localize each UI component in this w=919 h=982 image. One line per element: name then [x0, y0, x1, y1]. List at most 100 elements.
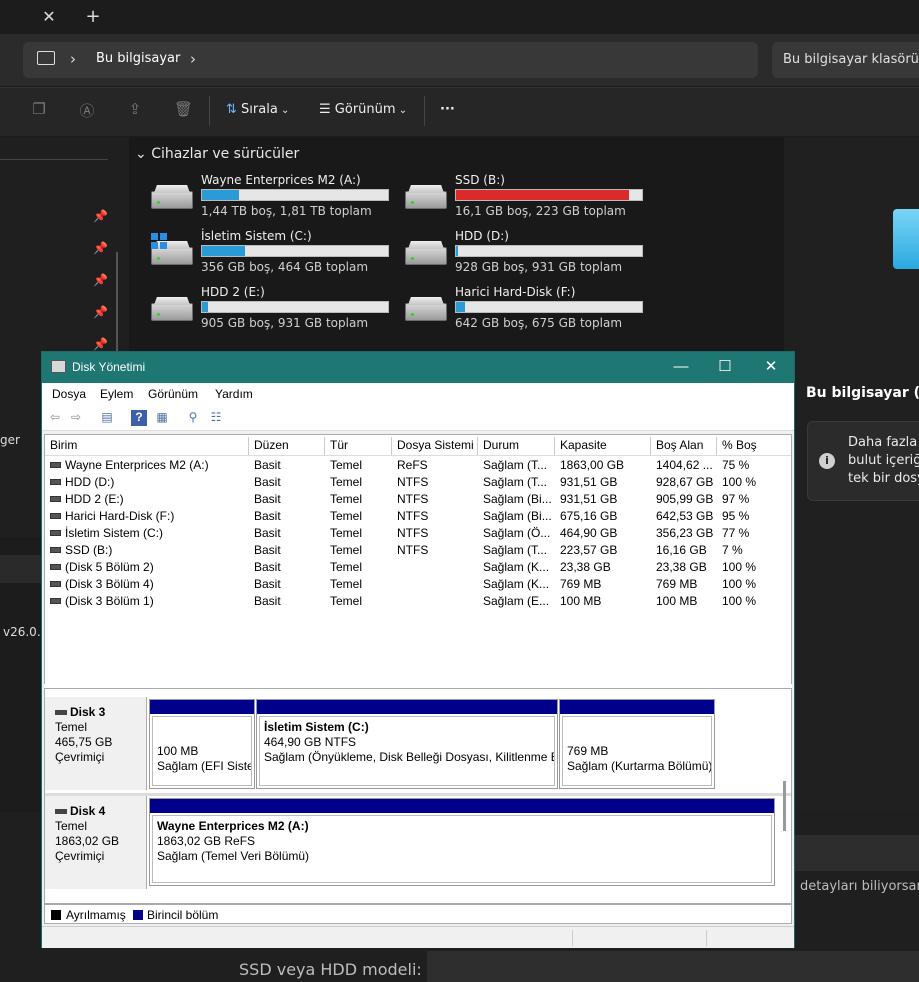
background-form-field[interactable] — [794, 835, 919, 871]
menu-file[interactable]: Dosya — [52, 387, 86, 401]
drive-name: HDD (D:) — [455, 229, 509, 243]
menu-action[interactable]: Eylem — [100, 387, 133, 401]
sort-button[interactable]: ⇅ Sırala ⌄ — [226, 102, 289, 117]
column-header-file-system[interactable]: Dosya Sistemi — [397, 438, 474, 452]
table-row[interactable]: (Disk 3 Bölüm 4) Basit Temel Sağlam (K... 76… — [45, 576, 791, 593]
help-icon[interactable]: ? — [131, 410, 147, 426]
table-cell: 464,90 GB — [560, 526, 618, 540]
menu-view[interactable]: Görünüm — [148, 387, 198, 401]
drive-space-text: 1,44 TB boş, 1,81 TB toplam — [201, 204, 372, 218]
minimize-icon[interactable]: — — [666, 355, 696, 379]
chevron-right-icon[interactable]: › — [190, 50, 196, 68]
disk-label[interactable]: Disk 3 Temel 465,75 GB Çevrimiçi — [45, 697, 147, 790]
pin-icon[interactable]: 📌 — [93, 305, 108, 319]
table-cell: 100 % — [722, 594, 757, 608]
disk-size: 1863,02 GB — [55, 834, 120, 848]
drive-tile[interactable]: HDD 2 (E:) 905 GB boş, 931 GB toplam — [151, 285, 411, 337]
pin-icon[interactable]: 📌 — [93, 241, 108, 255]
share-icon[interactable]: ⇪ — [126, 100, 144, 120]
partition[interactable]: 100 MBSağlam (EFI Sistem Bölümü) — [149, 699, 255, 789]
legend: Ayrılmamış Birincil bölüm — [44, 904, 792, 924]
table-cell: Sağlam (Bi... — [483, 492, 551, 506]
drive-tile[interactable]: Harici Hard-Disk (F:) 642 GB boş, 675 GB… — [405, 285, 665, 337]
model-input[interactable] — [427, 951, 919, 982]
close-icon[interactable]: ✕ — [756, 355, 786, 379]
nav-item-selected[interactable] — [0, 555, 42, 583]
disk-name: Disk 3 — [70, 705, 106, 719]
nav-scrollbar[interactable] — [116, 252, 118, 352]
settings-list-icon[interactable]: ☷ — [208, 410, 224, 426]
new-tab-icon[interactable]: + — [82, 6, 104, 28]
partition[interactable]: 769 MB Sağlam (Kurtarma Bölümü) — [559, 699, 715, 789]
disk-icon — [55, 809, 67, 815]
column-header-type[interactable]: Tür — [330, 438, 348, 452]
column-header-percent-free[interactable]: % Boş — [722, 438, 757, 452]
info-text-line: tek bir dosy — [848, 471, 919, 486]
drive-usage-bar — [455, 189, 643, 201]
address-bar[interactable]: › Bu bilgisayar › — [23, 42, 758, 78]
table-cell: 1863,00 GB — [560, 458, 625, 472]
drive-usage-bar — [455, 301, 643, 313]
maximize-icon[interactable]: ☐ — [710, 355, 740, 379]
group-header-devices[interactable]: ⌄ Cihazlar ve sürücüler — [135, 146, 299, 162]
table-row[interactable]: HDD 2 (E:) Basit Temel NTFS Sağlam (Bi... 931… — [45, 491, 791, 508]
nav-item-fragment[interactable]: ger — [0, 433, 20, 447]
column-header-layout[interactable]: Düzen — [254, 438, 289, 452]
connect-icon[interactable]: ⚲ — [185, 410, 201, 426]
rename-icon[interactable]: Ⓐ — [78, 100, 96, 120]
table-row[interactable]: İsletim Sistem (C:) Basit Temel NTFS Sağlam … — [45, 525, 791, 542]
table-row[interactable]: Wayne Enterprices M2 (A:) Basit Temel ReFS S… — [45, 457, 791, 474]
properties-icon[interactable]: ▦ — [154, 410, 170, 426]
table-cell: İsletim Sistem (C:) — [65, 526, 164, 540]
back-icon[interactable]: ⇦ — [47, 410, 63, 426]
table-row[interactable]: HDD (D:) Basit Temel NTFS Sağlam (T... 931,51… — [45, 474, 791, 491]
forward-icon[interactable]: ⇨ — [68, 410, 84, 426]
table-cell: 100 MB — [656, 594, 698, 608]
drive-tile[interactable]: HDD (D:) 928 GB boş, 931 GB toplam — [405, 229, 665, 281]
drive-tile[interactable]: SSD (B:) 16,1 GB boş, 223 GB toplam — [405, 173, 665, 225]
table-cell: 100 % — [722, 560, 757, 574]
show-hide-console-tree-icon[interactable]: ▤ — [99, 410, 115, 426]
copy-icon[interactable]: ❐ — [30, 100, 48, 120]
title-bar[interactable]: Disk Yönetimi — ☐ ✕ — [42, 352, 794, 383]
drive-tile[interactable]: Wayne Enterprices M2 (A:) 1,44 TB boş, 1… — [151, 173, 411, 225]
table-cell: 100 MB — [560, 594, 602, 608]
table-row[interactable]: (Disk 3 Bölüm 1) Basit Temel Sağlam (E... 10… — [45, 593, 791, 610]
view-button[interactable]: ☰ Görünüm ⌄ — [319, 102, 407, 117]
drive-tile[interactable]: İsletim Sistem (C:) 356 GB boş, 464 GB t… — [151, 229, 411, 281]
table-cell: 356,23 GB — [656, 526, 714, 540]
computer-icon — [37, 51, 55, 65]
search-input[interactable]: Bu bilgisayar klasöründe ara — [772, 42, 919, 78]
column-header-status[interactable]: Durum — [483, 438, 519, 452]
table-row[interactable]: Harici Hard-Disk (F:) Basit Temel NTFS Sağla… — [45, 508, 791, 525]
partition[interactable]: Wayne Enterprices M2 (A:) 1863,02 GB ReFS… — [149, 798, 775, 886]
table-cell: Basit — [254, 577, 281, 591]
more-options-button[interactable]: ··· — [440, 102, 455, 117]
hard-drive-icon — [151, 185, 195, 209]
partition[interactable]: İsletim Sistem (C:) 464,90 GB NTFS Sağlam … — [256, 699, 558, 789]
pin-icon[interactable]: 📌 — [93, 209, 108, 223]
table-row[interactable]: SSD (B:) Basit Temel NTFS Sağlam (T... 223,57… — [45, 542, 791, 559]
delete-icon[interactable]: 🗑 — [174, 100, 193, 120]
menu-help[interactable]: Yardım — [215, 387, 253, 401]
table-cell: Temel — [330, 509, 363, 523]
column-header-capacity[interactable]: Kapasite — [560, 438, 607, 452]
tab-bar: ✕ + — [0, 0, 919, 34]
breadcrumb-this-pc[interactable]: Bu bilgisayar — [96, 51, 180, 66]
close-tab-icon[interactable]: ✕ — [38, 6, 60, 28]
column-header-volume[interactable]: Birim — [50, 438, 77, 452]
pin-icon[interactable]: 📌 — [93, 337, 108, 351]
vertical-scrollbar[interactable] — [783, 781, 786, 831]
table-cell: HDD 2 (E:) — [65, 492, 124, 506]
volume-icon — [50, 496, 61, 502]
column-header-free-space[interactable]: Boş Alan — [656, 438, 703, 452]
toolbar-divider — [424, 96, 425, 126]
table-cell: 23,38 GB — [656, 560, 707, 574]
disk-label[interactable]: Disk 4 Temel 1863,02 GB Çevrimiçi — [45, 796, 147, 889]
chevron-right-icon[interactable]: › — [70, 50, 76, 68]
table-cell: 223,57 GB — [560, 543, 618, 557]
pin-icon[interactable]: 📌 — [93, 273, 108, 287]
table-cell: ReFS — [397, 458, 428, 472]
table-row[interactable]: (Disk 5 Bölüm 2) Basit Temel Sağlam (K... 23… — [45, 559, 791, 576]
hard-drive-icon — [405, 297, 449, 321]
